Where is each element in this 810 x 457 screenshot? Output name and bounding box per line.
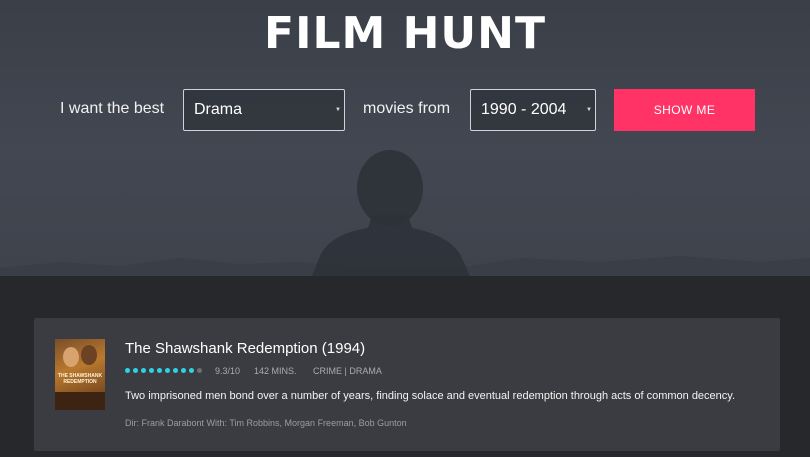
- rating-dot: [197, 368, 202, 373]
- genre-select[interactable]: Drama ▼: [183, 89, 345, 131]
- year-range-select-value: 1990 - 2004: [481, 101, 567, 118]
- rating-dot: [149, 368, 154, 373]
- filter-prefix-label: I want the best: [60, 100, 165, 117]
- movie-poster: THE SHAWSHANK REDEMPTION: [55, 339, 105, 410]
- rating-dot: [157, 368, 162, 373]
- movie-title: The Shawshank Redemption (1994): [125, 340, 366, 357]
- rating-dot: [125, 368, 130, 373]
- rating-dot: [189, 368, 194, 373]
- movie-credits: Dir: Frank Darabont With: Tim Robbins, M…: [125, 418, 407, 428]
- rating-dot: [133, 368, 138, 373]
- genre-tags: CRIME | DRAMA: [313, 366, 382, 376]
- year-range-select[interactable]: 1990 - 2004 ▼: [470, 89, 596, 131]
- rating-value: 9.3/10: [215, 366, 241, 376]
- filter-middle-label: movies from: [363, 100, 451, 117]
- filter-row: I want the best Drama ▼ movies from 1990…: [0, 89, 810, 131]
- hero-banner: FILM HUNT I want the best Drama ▼ movies…: [0, 0, 810, 276]
- movie-card: THE SHAWSHANK REDEMPTION The Shawshank R…: [34, 318, 780, 451]
- rating-dot: [181, 368, 186, 373]
- app-logo: FILM HUNT: [264, 8, 546, 59]
- dropdown-caret-icon: ▼: [586, 107, 592, 113]
- rating-dot: [141, 368, 146, 373]
- genre-select-value: Drama: [194, 101, 243, 118]
- show-me-button[interactable]: SHOW ME: [614, 89, 755, 131]
- rating-dots: [125, 368, 210, 376]
- rating-dot: [173, 368, 178, 373]
- poster-title: THE SHAWSHANK REDEMPTION: [57, 373, 103, 385]
- movie-synopsis: Two imprisoned men bond over a number of…: [125, 390, 736, 402]
- rating-dot: [165, 368, 170, 373]
- runtime: 142 MINS.: [254, 366, 297, 376]
- dropdown-caret-icon: ▼: [335, 107, 341, 113]
